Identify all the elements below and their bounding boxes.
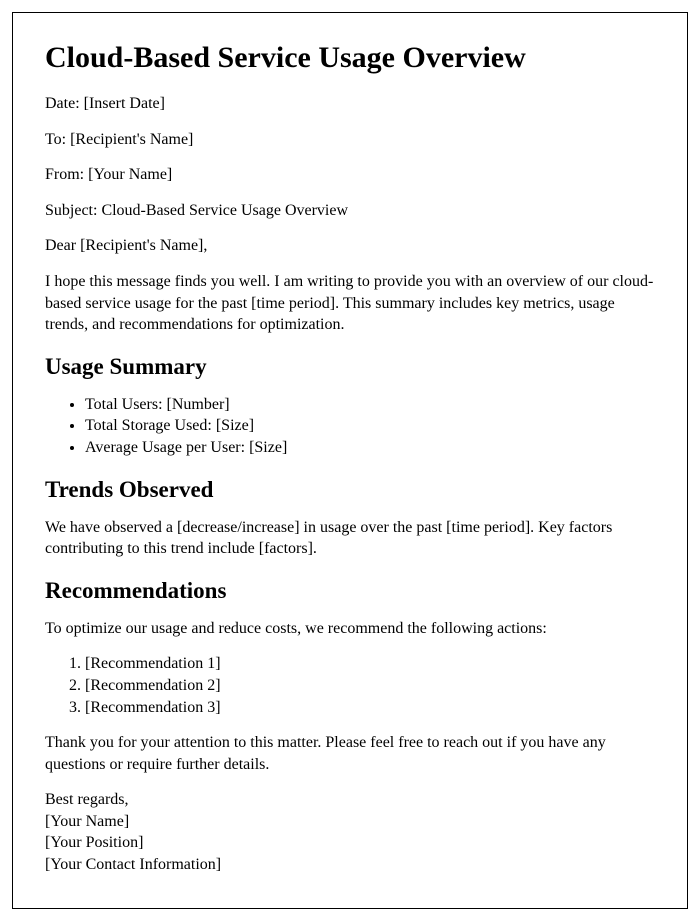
signoff-name: [Your Name] (45, 811, 655, 833)
recommendations-intro: To optimize our usage and reduce costs, … (45, 618, 655, 640)
trends-body: We have observed a [decrease/increase] i… (45, 517, 655, 560)
list-item: Total Users: [Number] (85, 394, 655, 416)
recommendations-heading: Recommendations (45, 578, 655, 604)
intro-paragraph: I hope this message finds you well. I am… (45, 271, 655, 336)
usage-summary-heading: Usage Summary (45, 354, 655, 380)
signoff-position: [Your Position] (45, 832, 655, 854)
list-item: Total Storage Used: [Size] (85, 415, 655, 437)
trends-heading: Trends Observed (45, 477, 655, 503)
list-item: Average Usage per User: [Size] (85, 437, 655, 459)
document-page: Cloud-Based Service Usage Overview Date:… (12, 12, 688, 909)
meta-to: To: [Recipient's Name] (45, 129, 655, 151)
page-title: Cloud-Based Service Usage Overview (45, 41, 655, 75)
meta-date: Date: [Insert Date] (45, 93, 655, 115)
closing-paragraph: Thank you for your attention to this mat… (45, 732, 655, 775)
recommendations-list: [Recommendation 1] [Recommendation 2] [R… (45, 653, 655, 718)
list-item: [Recommendation 3] (85, 697, 655, 719)
signoff-contact: [Your Contact Information] (45, 854, 655, 876)
salutation: Dear [Recipient's Name], (45, 235, 655, 257)
usage-summary-list: Total Users: [Number] Total Storage Used… (45, 394, 655, 459)
list-item: [Recommendation 1] (85, 653, 655, 675)
list-item: [Recommendation 2] (85, 675, 655, 697)
meta-from: From: [Your Name] (45, 164, 655, 186)
signoff-regards: Best regards, (45, 789, 655, 811)
meta-subject: Subject: Cloud-Based Service Usage Overv… (45, 200, 655, 222)
